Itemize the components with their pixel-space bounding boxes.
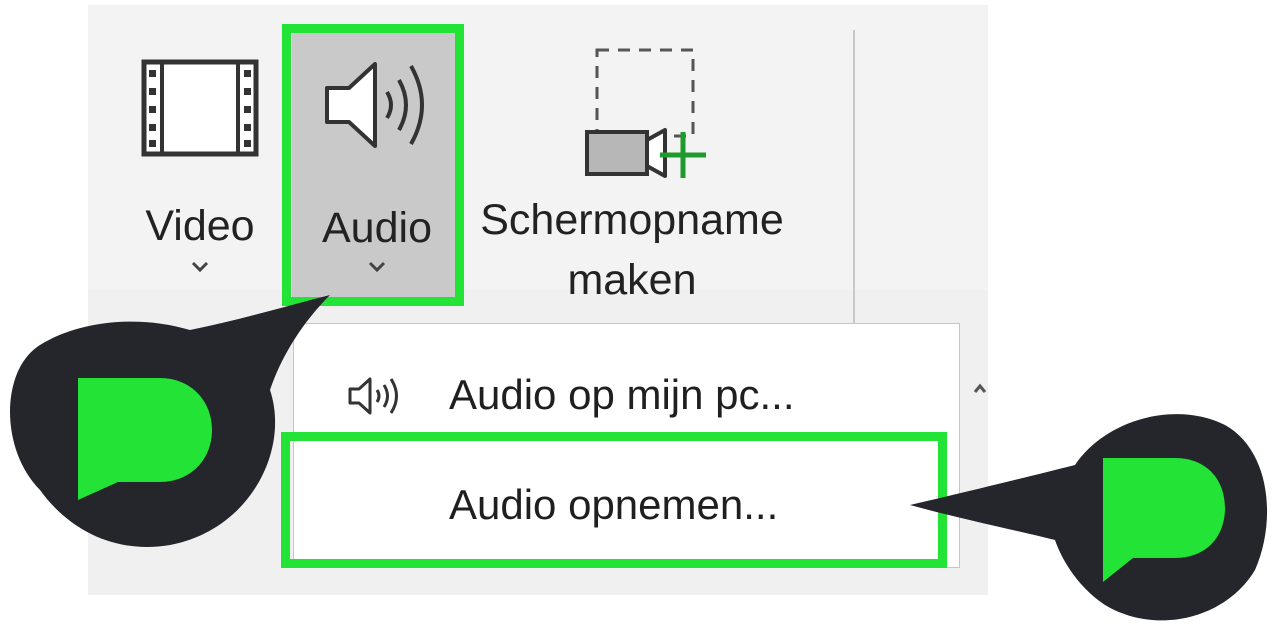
record-audio-highlight-frame <box>281 432 947 568</box>
video-label: Video <box>145 202 255 250</box>
chevron-down-icon[interactable] <box>130 260 270 274</box>
speaker-icon <box>348 377 398 415</box>
screen-recording-label-line2: maken <box>567 256 697 304</box>
callout-bubble-right <box>910 414 1268 621</box>
screen-recording-button[interactable]: Schermopname maken <box>462 28 802 304</box>
callout-bubble-left <box>10 295 330 547</box>
group-separator <box>853 30 855 328</box>
menu-item-label: Audio op mijn pc... <box>449 371 795 418</box>
audio-highlight-frame <box>282 24 464 306</box>
film-icon <box>141 59 259 157</box>
screen-recording-icon <box>585 48 706 178</box>
screen-recording-label-line1: Schermopname <box>480 196 784 244</box>
video-button[interactable]: Video <box>130 28 270 298</box>
